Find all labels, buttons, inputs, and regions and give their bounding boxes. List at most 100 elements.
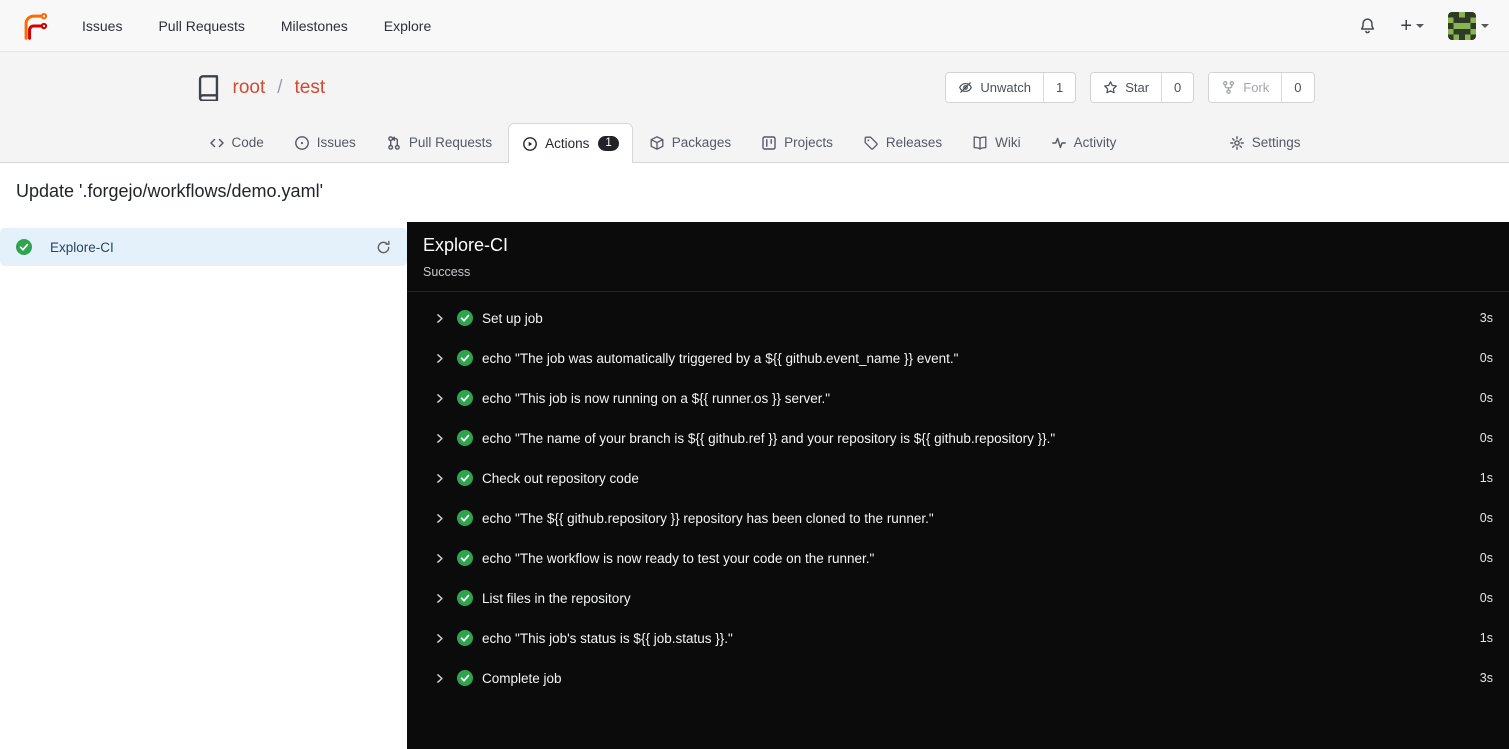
job-item-explore-ci[interactable]: Explore-CI: [0, 228, 407, 266]
step-duration: 1s: [1479, 631, 1493, 645]
nav-item-pull-requests[interactable]: Pull Requests: [158, 18, 244, 34]
tab-code[interactable]: Code: [195, 122, 278, 162]
chevron-right-icon: [433, 512, 446, 525]
step-row[interactable]: echo "The name of your branch is ${{ git…: [407, 418, 1509, 458]
step-row[interactable]: Set up job 3s: [407, 298, 1509, 338]
avatar: [1448, 11, 1476, 40]
chevron-right-icon: [433, 352, 446, 365]
gear-icon: [1229, 135, 1245, 151]
log-job-title: Explore-CI: [423, 235, 509, 255]
step-row[interactable]: echo "This job is now running on a ${{ r…: [407, 378, 1509, 418]
fork-icon: [1221, 80, 1236, 95]
tab-actions[interactable]: Actions 1: [508, 123, 633, 163]
step-name: echo "The job was automatically triggere…: [482, 350, 959, 366]
step-duration: 3s: [1479, 671, 1493, 685]
star-count[interactable]: 0: [1161, 73, 1194, 102]
plus-icon: +: [1400, 14, 1412, 37]
check-circle-icon: [16, 239, 32, 255]
user-menu-button[interactable]: [1448, 11, 1489, 40]
run-title: Update '.forgejo/workflows/demo.yaml': [16, 181, 324, 201]
step-name: echo "The workflow is now ready to test …: [482, 550, 875, 566]
chevron-right-icon: [433, 312, 446, 325]
tab-pull-requests[interactable]: Pull Requests: [372, 122, 506, 162]
issue-icon: [294, 135, 310, 151]
refresh-icon: [376, 240, 391, 255]
nav-item-milestones[interactable]: Milestones: [281, 18, 348, 34]
step-duration: 0s: [1479, 511, 1493, 525]
step-name: echo "The name of your branch is ${{ git…: [482, 430, 1056, 446]
repo-header: root / test Unwatch 1 Star 0 Fork 0 Code…: [0, 52, 1509, 163]
step-duration: 0s: [1479, 351, 1493, 365]
tab-releases[interactable]: Releases: [849, 122, 956, 162]
tab-packages[interactable]: Packages: [635, 122, 745, 162]
check-circle-icon: [457, 630, 473, 646]
check-circle-icon: [457, 390, 473, 406]
step-duration: 1s: [1479, 471, 1493, 485]
fork-button[interactable]: Fork: [1209, 73, 1282, 102]
chevron-right-icon: [433, 592, 446, 605]
jobs-sidebar: Explore-CI: [0, 222, 407, 749]
book-icon: [972, 135, 988, 151]
fork-button-group: Fork 0: [1208, 72, 1315, 103]
step-name: echo "The ${{ github.repository }} repos…: [482, 510, 934, 526]
chevron-right-icon: [433, 672, 446, 685]
steps-list: Set up job 3s echo "The job was automati…: [407, 292, 1509, 698]
step-duration: 0s: [1479, 591, 1493, 605]
play-circle-icon: [522, 136, 538, 152]
step-duration: 3s: [1479, 311, 1493, 325]
step-row[interactable]: echo "The ${{ github.repository }} repos…: [407, 498, 1509, 538]
nav-item-explore[interactable]: Explore: [384, 18, 431, 34]
step-row[interactable]: Complete job 3s: [407, 658, 1509, 698]
step-name: echo "This job's status is ${{ job.statu…: [482, 630, 733, 646]
chevron-down-icon: [1481, 23, 1489, 28]
tab-activity[interactable]: Activity: [1037, 122, 1131, 162]
step-row[interactable]: echo "The workflow is now ready to test …: [407, 538, 1509, 578]
job-log-panel: Explore-CI Success Set up job 3s echo "T…: [407, 222, 1509, 749]
step-row[interactable]: List files in the repository 0s: [407, 578, 1509, 618]
star-button[interactable]: Star: [1091, 73, 1162, 102]
chevron-right-icon: [433, 392, 446, 405]
check-circle-icon: [457, 590, 473, 606]
pull-request-icon: [386, 135, 402, 151]
tab-settings[interactable]: Settings: [1215, 122, 1315, 162]
check-circle-icon: [457, 470, 473, 486]
pulse-icon: [1051, 135, 1067, 151]
tab-wiki[interactable]: Wiki: [958, 122, 1035, 162]
navbar-right: +: [1359, 11, 1489, 40]
breadcrumb-owner[interactable]: root: [233, 77, 266, 99]
step-row[interactable]: Check out repository code 1s: [407, 458, 1509, 498]
job-name: Explore-CI: [50, 239, 114, 255]
watch-count[interactable]: 1: [1042, 73, 1076, 102]
step-name: Set up job: [482, 310, 543, 326]
tab-issues[interactable]: Issues: [280, 122, 370, 162]
star-button-group: Star 0: [1090, 72, 1195, 103]
job-status-text: Success: [423, 265, 471, 279]
step-name: List files in the repository: [482, 590, 631, 606]
chevron-down-icon: [1416, 23, 1424, 28]
step-duration: 0s: [1479, 551, 1493, 565]
chevron-right-icon: [433, 432, 446, 445]
forgejo-logo[interactable]: [20, 11, 50, 41]
chevron-right-icon: [433, 632, 446, 645]
step-row[interactable]: echo "The job was automatically triggere…: [407, 338, 1509, 378]
tab-projects[interactable]: Projects: [747, 122, 847, 162]
create-new-button[interactable]: +: [1400, 16, 1424, 36]
run-header: Update '.forgejo/workflows/demo.yaml': [0, 163, 1509, 222]
navbar-links: Issues Pull Requests Milestones Explore: [82, 18, 431, 34]
check-circle-icon: [457, 510, 473, 526]
nav-item-issues[interactable]: Issues: [82, 18, 122, 34]
notifications-button[interactable]: [1359, 17, 1376, 34]
repo-tabs: Code Issues Pull Requests Actions 1 Pack…: [195, 122, 1315, 163]
step-name: Check out repository code: [482, 470, 639, 486]
code-icon: [209, 135, 225, 151]
rerun-job-button[interactable]: [376, 240, 391, 255]
step-duration: 0s: [1479, 391, 1493, 405]
unwatch-button[interactable]: Unwatch: [946, 73, 1043, 102]
bell-icon: [1359, 17, 1376, 34]
step-row[interactable]: echo "This job's status is ${{ job.statu…: [407, 618, 1509, 658]
fork-count[interactable]: 0: [1281, 73, 1314, 102]
actions-count-badge: 1: [598, 135, 619, 152]
step-name: echo "This job is now running on a ${{ r…: [482, 390, 831, 406]
repo-title-row: root / test Unwatch 1 Star 0 Fork 0: [195, 52, 1315, 103]
breadcrumb-repo[interactable]: test: [295, 77, 326, 99]
